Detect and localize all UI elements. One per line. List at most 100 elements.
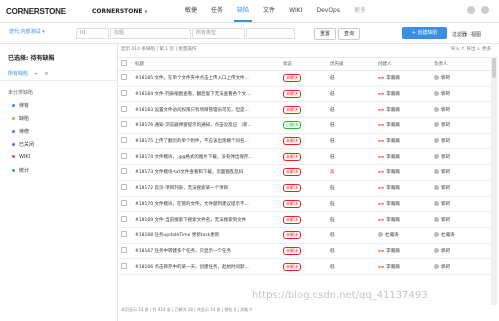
- status-badge[interactable]: 未解决: [283, 137, 301, 146]
- status-badge[interactable]: 未解决: [283, 199, 301, 208]
- row-checkbox-cell[interactable]: [118, 148, 132, 166]
- select-all-checkbox[interactable]: [118, 57, 132, 71]
- checkbox[interactable]: [121, 246, 127, 253]
- table-row[interactable]: #18167 任务中转建多个任务，只显示一个任务 未解决 低 ▰▰ 李瀚瀚 郭珂: [118, 243, 491, 260]
- column-header[interactable]: 标题: [132, 57, 280, 71]
- scrollbar-track[interactable]: [491, 57, 497, 305]
- table-row[interactable]: #18172 首页-项目列表，无法搜索某一个项目 未解决 低 ▰▰ 李瀚瀚 郭珂: [118, 180, 491, 197]
- table-row[interactable]: #18175 上传了翻页的单个附件，不应该出现横个同名... 未解决 低 ▰▰ 李瀚瀚 郭…: [118, 133, 491, 150]
- table-row[interactable]: #18173 文件模块-txt文件查看和下载，页面都乱乱码 未解决 高 ▰▰ 李瀚瀚 郭珂: [118, 164, 491, 181]
- bug-title[interactable]: #18172 首页-项目列表，无法搜索某一个项目: [132, 180, 280, 197]
- notification-icon[interactable]: [467, 6, 475, 14]
- bug-title[interactable]: #18175 上传了翻页的单个附件，不应该出现横个同名...: [132, 133, 280, 150]
- sidebar-item[interactable]: 缺陷: [12, 115, 29, 122]
- bug-title[interactable]: #18169 文件-当前搜索下搜索文件名，无法搜索到文件: [132, 211, 280, 228]
- status-badge[interactable]: 未解决: [283, 246, 301, 255]
- table-row[interactable]: #18185 文件。在单个文件夹中点击上传入口上传文件... 未解决 低 ▰▰ 李瀚瀚 郭…: [118, 70, 491, 87]
- column-header[interactable]: 状态: [280, 57, 327, 71]
- add-icon[interactable]: +: [34, 71, 38, 77]
- sidebar-item[interactable]: 待有: [12, 102, 29, 109]
- avatar[interactable]: [481, 6, 489, 14]
- bug-title[interactable]: #18173 文件模块-txt文件查看和下载，页面都乱乱码: [132, 164, 280, 181]
- checkbox[interactable]: [121, 168, 127, 175]
- sidebar-item[interactable]: 待修: [12, 128, 29, 135]
- row-checkbox-cell[interactable]: [118, 196, 132, 213]
- bug-title[interactable]: #18184 文件-列表缩图查看，翻后复下无法查看各个文...: [132, 86, 280, 103]
- checkbox[interactable]: [121, 105, 127, 112]
- menu-icon[interactable]: ≡: [44, 71, 48, 77]
- nav-item[interactable]: 缺陷: [230, 0, 256, 22]
- app-logo[interactable]: CORNERSTONE: [6, 7, 66, 16]
- status-badge[interactable]: 未解决: [283, 262, 301, 271]
- status-badge[interactable]: 未解决: [283, 168, 301, 177]
- table-row[interactable]: #18176 通知-浏览器弹窗提示的通知，点击没反应 （新... 已解决 低 ▰▰ 李瀚…: [118, 117, 491, 134]
- checkbox[interactable]: [121, 152, 127, 159]
- scrollbar-thumb[interactable]: [492, 58, 496, 78]
- table-row[interactable]: #18166 点击目存中的某一天，创建任务，起始时间默... 未解决 低 ▰▰ 李瀚瀚 郭…: [118, 258, 491, 275]
- nav-item[interactable]: 更多: [347, 0, 373, 22]
- reset-button[interactable]: 重置: [314, 28, 336, 40]
- row-checkbox-cell[interactable]: [118, 133, 132, 150]
- checkbox[interactable]: [121, 262, 127, 269]
- column-header[interactable]: 创建人: [375, 57, 431, 71]
- table-row[interactable]: #18183 设置文件访问权限只有项目管理员可见，但是... 未解决 低 ▰▰ 李瀚瀚 郭…: [118, 101, 491, 119]
- status-badge[interactable]: 未解决: [283, 152, 301, 161]
- table-row[interactable]: #18174 文件模块，.jpg格式的图片下载，没有弹出保存... 未解决 低 ▰▰ 李…: [118, 148, 491, 166]
- bug-title[interactable]: #18185 文件。在单个文件夹中点击上传入口上传文件...: [132, 70, 280, 87]
- filter-link[interactable]: 过滤器: [452, 32, 467, 38]
- status-badge[interactable]: 未解决: [283, 215, 301, 224]
- checkbox[interactable]: [121, 60, 127, 66]
- bug-title[interactable]: #18183 设置文件访问权限只有项目管理员可见，但是...: [132, 101, 280, 119]
- table-row[interactable]: #18170 文件模块，在管的文件，文件题列建议提示不... 未解决 低 ▰▰ 李瀚瀚 郭…: [118, 196, 491, 213]
- bug-title[interactable]: #18168 任务updateTime 更新task更新: [132, 227, 280, 244]
- bug-title[interactable]: #18166 点击目存中的某一天，创建任务，起始时间默...: [132, 258, 280, 275]
- nav-item[interactable]: 敏捷: [178, 0, 204, 22]
- status-badge[interactable]: 未解决: [283, 74, 301, 83]
- sidebar-item[interactable]: 统计: [12, 167, 29, 174]
- nav-item[interactable]: DevOps: [309, 0, 347, 22]
- status-select[interactable]: [246, 28, 295, 39]
- create-bug-button[interactable]: + 创建缺陷: [402, 27, 447, 39]
- status-badge[interactable]: 未解决: [283, 231, 301, 240]
- checkbox[interactable]: [121, 137, 127, 144]
- bug-title[interactable]: #18176 通知-浏览器弹窗提示的通知，点击没反应 （新...: [132, 117, 280, 134]
- row-checkbox-cell[interactable]: [118, 258, 132, 275]
- bug-title[interactable]: #18170 文件模块，在管的文件，文件题列建议提示不...: [132, 196, 280, 213]
- checkbox[interactable]: [121, 121, 127, 128]
- nav-item[interactable]: 任务: [204, 0, 230, 22]
- tab-all-bugs[interactable]: 所有缺陷: [8, 71, 28, 77]
- checkbox[interactable]: [121, 74, 127, 81]
- checkbox[interactable]: [121, 90, 127, 97]
- row-checkbox-cell[interactable]: [118, 86, 132, 103]
- row-checkbox-cell[interactable]: [118, 117, 132, 134]
- checkbox[interactable]: [121, 184, 127, 191]
- title-input[interactable]: 标题: [110, 28, 191, 39]
- list-actions[interactable]: 导入 ↑ 导出 ↓ 更多: [451, 44, 491, 55]
- row-checkbox-cell[interactable]: [118, 180, 132, 197]
- table-row[interactable]: #18169 文件-当前搜索下搜索文件名，无法搜索到文件 未解决 低 ▰▰ 李瀚瀚 郭珂: [118, 211, 491, 228]
- type-select[interactable]: 所有类型: [192, 28, 245, 39]
- bug-title[interactable]: #18174 文件模块，.jpg格式的图片下载，没有弹出保存...: [132, 148, 280, 166]
- status-badge[interactable]: 未解决: [283, 90, 301, 99]
- bug-title[interactable]: #18167 任务中转建多个任务，只显示一个任务: [132, 243, 280, 260]
- row-checkbox-cell[interactable]: [118, 243, 132, 260]
- project-switcher[interactable]: CORNERSTONE ▼: [92, 8, 148, 15]
- row-checkbox-cell[interactable]: [118, 101, 132, 119]
- table-row[interactable]: #18184 文件-列表缩图查看，翻后复下无法查看各个文... 未解决 低 ▰▰ 李瀚瀚…: [118, 86, 491, 103]
- column-header[interactable]: 优先级: [327, 57, 375, 71]
- status-badge[interactable]: 已解决: [283, 121, 301, 130]
- checkbox[interactable]: [121, 199, 127, 206]
- column-header[interactable]: 负责人: [431, 57, 491, 71]
- table-row[interactable]: #18168 任务updateTime 更新task更新 未解决 低 杜瀚涛 杜瀚涛: [118, 227, 491, 244]
- version-select[interactable]: 迭代:内部测试 ▾: [6, 28, 69, 37]
- checkbox[interactable]: [121, 215, 127, 222]
- row-checkbox-cell[interactable]: [118, 211, 132, 228]
- sidebar-item[interactable]: WIKI: [12, 154, 30, 160]
- status-badge[interactable]: 未解决: [283, 184, 301, 193]
- id-input[interactable]: ID: [76, 28, 109, 39]
- checkbox[interactable]: [121, 231, 127, 238]
- row-checkbox-cell[interactable]: [118, 70, 132, 87]
- nav-item[interactable]: WIKI: [282, 0, 309, 22]
- view-link[interactable]: 视图: [471, 32, 481, 38]
- nav-item[interactable]: 文件: [256, 0, 282, 22]
